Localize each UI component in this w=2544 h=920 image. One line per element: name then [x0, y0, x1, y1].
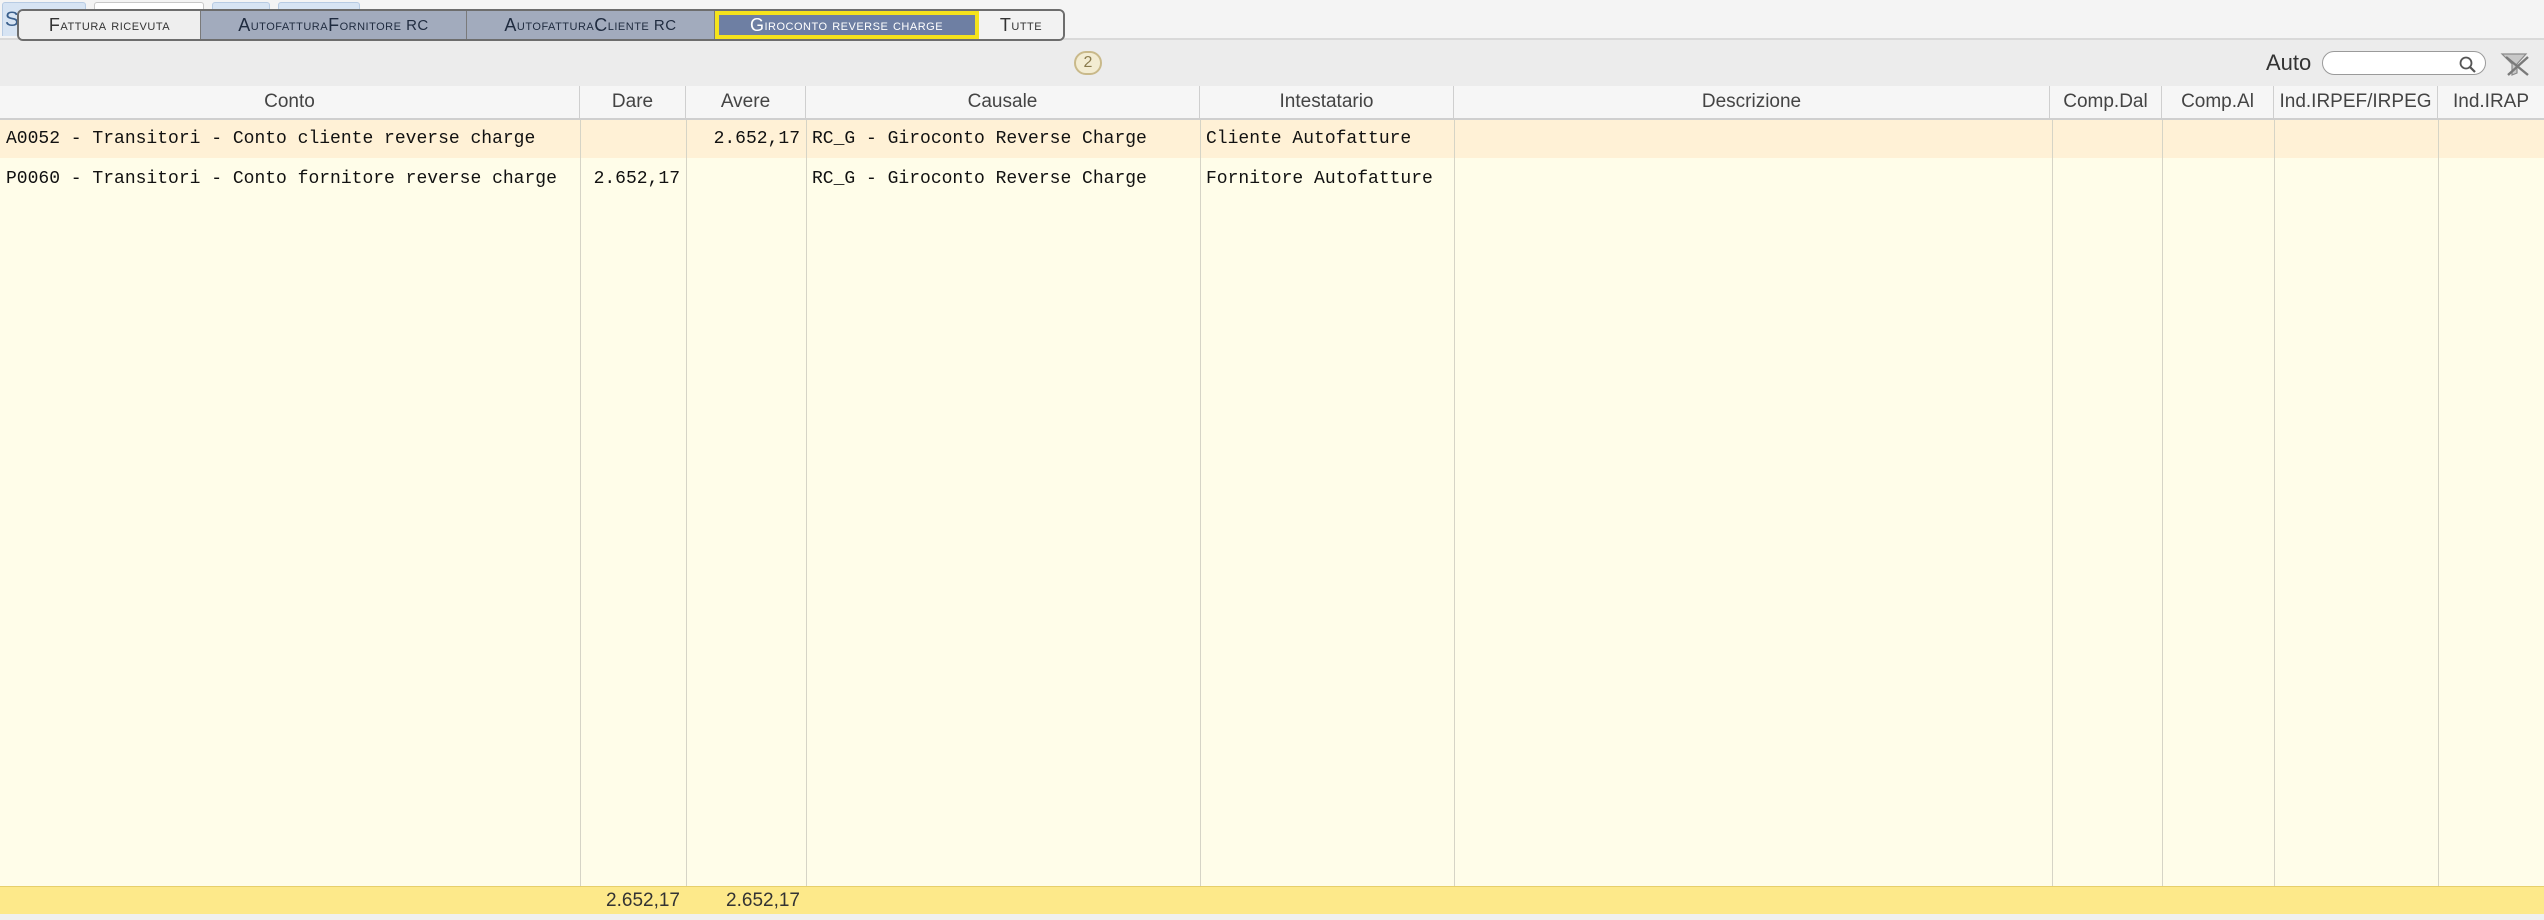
cell-causale: RC_G - Giroconto Reverse Charge [812, 169, 1147, 189]
total-avere: 2.652,17 [726, 890, 800, 911]
column-header-causale[interactable]: Causale [806, 86, 1200, 118]
filter-segmented-control: Fattura ricevuta Autofattura Fornitore R… [17, 9, 1065, 41]
filter-fattura-ricevuta[interactable]: Fattura ricevuta [19, 11, 201, 39]
column-header-ind-irap[interactable]: Ind.IRAP [2438, 86, 2544, 118]
totals-row: 2.652,17 2.652,17 [0, 886, 2544, 915]
column-header-conto[interactable]: Conto [0, 86, 580, 118]
segment-label-cap: C [594, 14, 608, 35]
segment-label: attura ricevuta [60, 16, 171, 34]
cell-conto: P0060 - Transitori - Conto fornitore rev… [6, 169, 557, 189]
filter-autofattura-fornitore-rc[interactable]: Autofattura Fornitore RC [201, 11, 467, 39]
cell-ind-irpef [2274, 160, 2438, 198]
cell-descrizione [1454, 120, 2050, 158]
cell-avere [686, 160, 806, 198]
grid-body: A0052 - Transitori - Conto cliente rever… [0, 120, 2544, 886]
column-header-comp-al[interactable]: Comp.Al [2162, 86, 2274, 118]
cell-ind-irap [2438, 120, 2544, 158]
column-divider [2052, 120, 2053, 886]
segment-label: iroconto reverse charge [764, 16, 944, 34]
segment-label-cap: A [238, 14, 251, 35]
column-divider [2438, 120, 2439, 886]
segment-label: utofattura [250, 16, 329, 34]
cell-causale: RC_G - Giroconto Reverse Charge [812, 129, 1147, 149]
segment-label-cap: T [999, 14, 1012, 35]
column-header-ind-irpef-irpeg[interactable]: Ind.IRPEF/IRPEG [2274, 86, 2438, 118]
column-divider [686, 120, 687, 886]
status-strip [0, 914, 2544, 920]
cell-dare: 2.652,17 [593, 169, 680, 189]
segment-label-cap: F [48, 14, 61, 35]
segment-label: liente RC [607, 16, 677, 34]
cell-conto: A0052 - Transitori - Conto cliente rever… [6, 129, 536, 149]
cell-avere: 2.652,17 [713, 129, 800, 149]
search-icon[interactable] [2458, 55, 2478, 75]
filter-giroconto-reverse-charge[interactable]: Giroconto reverse charge [715, 11, 979, 39]
auto-label: Auto [2266, 50, 2312, 75]
column-header-avere[interactable]: Avere [686, 86, 806, 118]
filter-tutte[interactable]: Tutte [979, 11, 1063, 39]
segment-label-cap: F [328, 14, 340, 35]
column-divider [806, 120, 807, 886]
grid-header: Conto Dare Avere Causale Intestatario De… [0, 86, 2544, 120]
cell-ind-irap [2438, 160, 2544, 198]
total-dare: 2.652,17 [606, 890, 680, 911]
cell-comp-al [2162, 160, 2274, 198]
column-divider [2274, 120, 2275, 886]
clear-filter-icon[interactable] [2500, 51, 2530, 77]
cell-comp-al [2162, 120, 2274, 158]
segment-label-cap: G [749, 14, 765, 35]
column-divider [1200, 120, 1201, 886]
column-header-intestatario[interactable]: Intestatario [1200, 86, 1454, 118]
cell-comp-dal [2050, 160, 2162, 198]
column-divider [580, 120, 581, 886]
segment-label: ornitore RC [339, 16, 429, 34]
cell-descrizione [1454, 160, 2050, 198]
cell-intestatario: Cliente Autofatture [1206, 129, 1412, 149]
column-header-dare[interactable]: Dare [580, 86, 686, 118]
cell-ind-irpef [2274, 120, 2438, 158]
record-count-badge: 2 [1074, 51, 1102, 75]
cell-comp-dal [2050, 120, 2162, 158]
segment-label-cap: A [504, 14, 517, 35]
column-header-descrizione[interactable]: Descrizione [1454, 86, 2050, 118]
column-divider [1454, 120, 1455, 886]
segment-label: utofattura [516, 16, 595, 34]
column-header-comp-dal[interactable]: Comp.Dal [2050, 86, 2162, 118]
filter-autofattura-cliente-rc[interactable]: Autofattura Cliente RC [467, 11, 715, 39]
cell-intestatario: Fornitore Autofatture [1206, 169, 1433, 189]
segment-label: utte [1011, 16, 1043, 34]
cell-dare [580, 120, 686, 158]
filter-bar [0, 40, 2544, 87]
column-divider [2162, 120, 2163, 886]
